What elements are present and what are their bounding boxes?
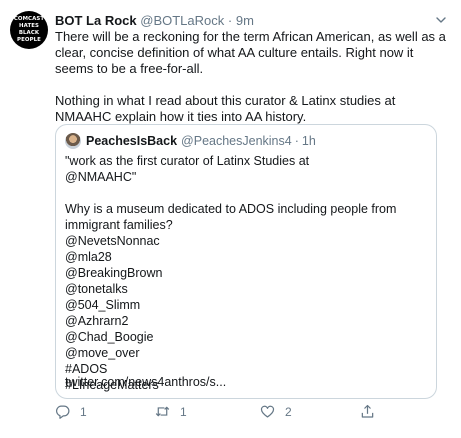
caret-down-icon[interactable] xyxy=(435,14,447,26)
user-handle[interactable]: @BOTLaRock xyxy=(140,13,224,28)
quoted-line: "work as the first curator of Latinx Stu… xyxy=(65,154,310,168)
share-icon xyxy=(361,404,374,418)
quoted-line: @NMAAHC" xyxy=(65,170,137,184)
like-count: 2 xyxy=(285,404,292,419)
reply-count: 1 xyxy=(80,404,87,419)
mention: @tonetalks xyxy=(65,282,128,296)
tweet-text: There will be a reckoning for the term A… xyxy=(55,29,450,125)
mention: @Chad_Boogie xyxy=(65,330,154,344)
tweet-paragraph: There will be a reckoning for the term A… xyxy=(55,29,446,76)
retweet-button[interactable]: 1 xyxy=(155,404,187,419)
tweet-actions: 1 1 2 xyxy=(55,404,385,424)
like-button[interactable]: 2 xyxy=(260,404,292,419)
avatar-text-line: PEOPLE xyxy=(17,37,41,43)
separator-dot: · xyxy=(294,134,299,148)
tweet[interactable]: COMCAST HATES BLACK PEOPLE BOT La Rock @… xyxy=(0,0,461,438)
separator-dot: · xyxy=(227,13,233,28)
heart-icon xyxy=(260,405,275,418)
avatar-text-line: BLACK xyxy=(18,30,40,36)
reply-icon xyxy=(56,405,70,419)
mention: @NevetsNonnac xyxy=(65,234,160,248)
retweet-icon xyxy=(155,406,170,417)
quoted-line: Why is a museum dedicated to ADOS includ… xyxy=(65,202,397,216)
share-button[interactable] xyxy=(360,404,375,419)
display-name[interactable]: BOT La Rock xyxy=(55,13,137,28)
avatar[interactable]: COMCAST HATES BLACK PEOPLE xyxy=(10,11,48,49)
avatar-text-line: COMCAST xyxy=(13,16,45,22)
quoted-tweet[interactable]: PeachesIsBack @PeachesJenkins4 · 1h "wor… xyxy=(55,124,437,399)
tweet-paragraph: Nothing in what I read about this curato… xyxy=(55,93,396,124)
mention: @Azhrarn2 xyxy=(65,314,129,328)
quoted-handle: @PeachesJenkins4 xyxy=(181,134,292,148)
mention: @BreakingBrown xyxy=(65,266,163,280)
quoted-avatar xyxy=(65,133,81,149)
avatar-text-line: HATES xyxy=(18,23,39,29)
quoted-line: immigrant families? xyxy=(65,218,173,232)
reply-button[interactable]: 1 xyxy=(55,404,87,419)
mention: @move_over xyxy=(65,346,140,360)
quoted-link: twitter.com/news4anthros/s... xyxy=(65,375,227,389)
quoted-timestamp: 1h xyxy=(301,134,316,148)
mention: @504_Slimm xyxy=(65,298,141,312)
tweet-timestamp[interactable]: 9m xyxy=(236,13,254,28)
quoted-tweet-header: PeachesIsBack @PeachesJenkins4 · 1h xyxy=(65,133,316,149)
retweet-count: 1 xyxy=(180,404,187,419)
mention: @mla28 xyxy=(65,250,112,264)
quoted-display-name: PeachesIsBack xyxy=(86,134,178,148)
quoted-tweet-text: "work as the first curator of Latinx Stu… xyxy=(65,153,425,393)
